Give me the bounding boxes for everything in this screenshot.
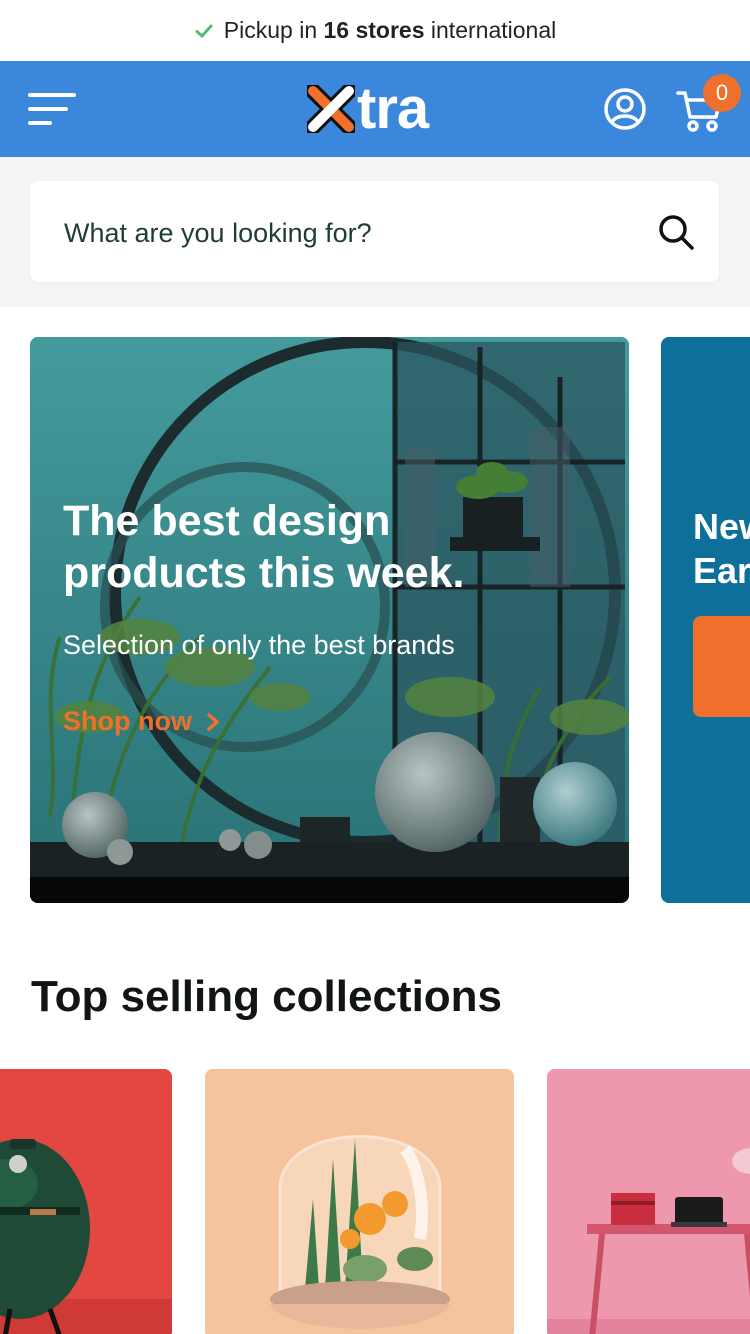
announcement-highlight: 16 stores bbox=[323, 17, 425, 43]
hamburger-menu-icon[interactable] bbox=[28, 91, 78, 127]
check-icon bbox=[195, 24, 213, 37]
search-icon[interactable] bbox=[657, 213, 695, 251]
announcement-bar: Pickup in 16 stores international bbox=[0, 0, 750, 61]
search-section bbox=[0, 157, 750, 307]
collection-image-desk bbox=[547, 1069, 750, 1334]
hero-slide[interactable]: The best design products this week. Sele… bbox=[30, 337, 629, 903]
shop-now-label: Shop now bbox=[63, 706, 192, 736]
hero-next-button[interactable] bbox=[693, 616, 750, 717]
collection-card[interactable] bbox=[547, 1069, 750, 1334]
announcement-text: Pickup in 16 stores international bbox=[224, 17, 556, 44]
collection-image-terrarium bbox=[205, 1069, 514, 1334]
hero-background-image bbox=[30, 337, 629, 903]
collection-card[interactable] bbox=[0, 1069, 172, 1334]
account-icon[interactable] bbox=[603, 87, 647, 131]
collection-image-grill bbox=[0, 1069, 172, 1334]
search-box bbox=[30, 181, 719, 282]
site-logo[interactable]: tra bbox=[307, 76, 429, 141]
collection-card[interactable] bbox=[205, 1069, 514, 1334]
site-header: tra bbox=[0, 61, 750, 157]
logo-x-mark-icon bbox=[307, 85, 355, 133]
hero-next-title-line2: Ear bbox=[693, 550, 750, 591]
chevron-right-icon bbox=[207, 712, 219, 731]
section-title-top-selling: Top selling collections bbox=[31, 972, 503, 1021]
announcement-prefix: Pickup in bbox=[223, 17, 318, 43]
search-input[interactable] bbox=[64, 211, 624, 255]
hero-next-title: New Ear bbox=[693, 505, 750, 593]
hero-next-title-line1: New bbox=[693, 506, 750, 547]
logo-text: tra bbox=[357, 76, 429, 141]
hero-slide-next[interactable]: New Ear bbox=[661, 337, 750, 903]
cart-count-badge[interactable]: 0 bbox=[703, 74, 741, 112]
announcement-suffix: international bbox=[430, 17, 557, 43]
shop-now-link[interactable]: Shop now bbox=[63, 706, 220, 737]
hero-subtitle: Selection of only the best brands bbox=[63, 630, 455, 660]
hero-title: The best design products this week. bbox=[63, 497, 465, 597]
